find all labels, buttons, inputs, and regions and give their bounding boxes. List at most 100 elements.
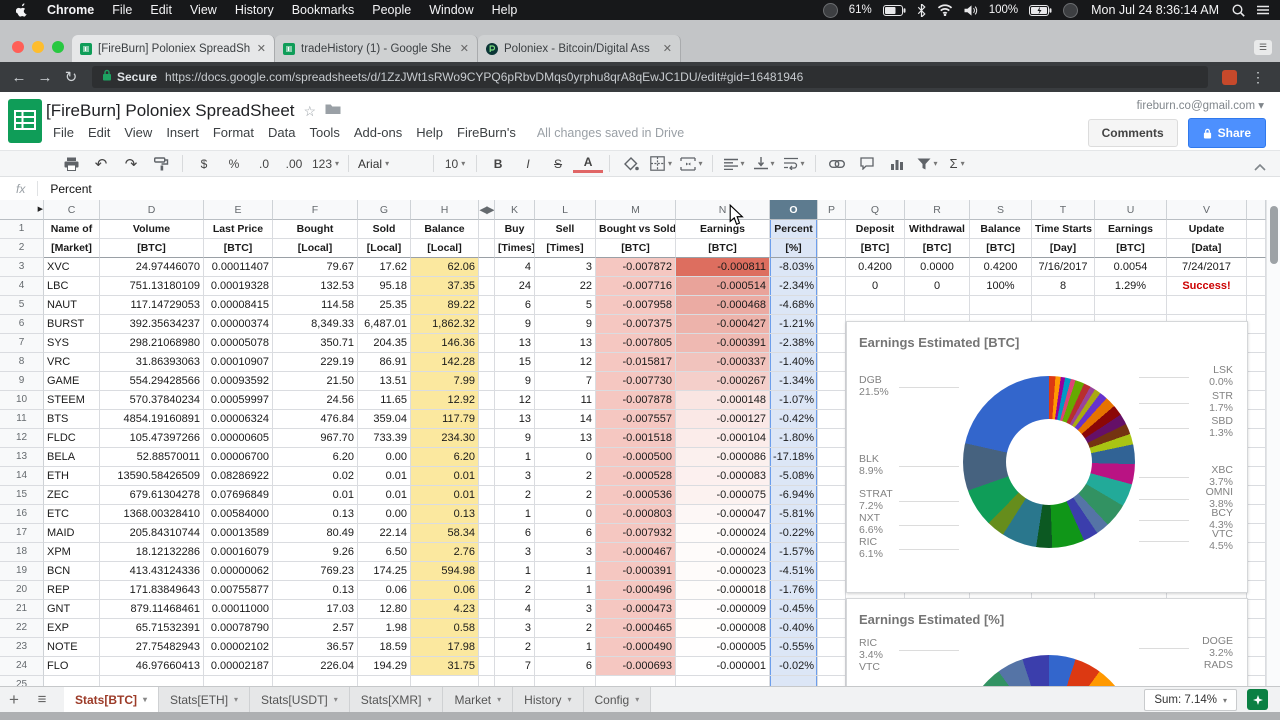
cell-O18[interactable]: -1.57% bbox=[770, 543, 818, 562]
cell-collapse6[interactable] bbox=[479, 315, 495, 334]
sheets-logo-icon[interactable] bbox=[8, 99, 42, 148]
tab-close-icon[interactable]: ✕ bbox=[663, 42, 672, 55]
cell-M22[interactable]: -0.000465 bbox=[596, 619, 676, 638]
cell-T1[interactable]: Time Starts bbox=[1032, 220, 1095, 239]
chevron-down-icon[interactable]: ▾ bbox=[334, 695, 338, 704]
cell-P10[interactable] bbox=[818, 391, 846, 410]
forward-button[interactable]: → bbox=[32, 69, 58, 86]
cell-D16[interactable]: 1368.00328410 bbox=[100, 505, 204, 524]
cell-N15[interactable]: -0.000075 bbox=[676, 486, 770, 505]
cell-N8[interactable]: -0.000337 bbox=[676, 353, 770, 372]
menu-file[interactable]: File bbox=[46, 125, 81, 140]
cell-O17[interactable]: -0.22% bbox=[770, 524, 818, 543]
cell-C6[interactable]: BURST bbox=[44, 315, 100, 334]
cell-P14[interactable] bbox=[818, 467, 846, 486]
cell-W8[interactable] bbox=[1247, 353, 1266, 372]
cell-P12[interactable] bbox=[818, 429, 846, 448]
cell-F14[interactable]: 0.02 bbox=[273, 467, 358, 486]
cell-D10[interactable]: 570.37840234 bbox=[100, 391, 204, 410]
cell-C24[interactable]: FLO bbox=[44, 657, 100, 676]
cell-L4[interactable]: 22 bbox=[535, 277, 596, 296]
cell-V2[interactable]: [Data] bbox=[1167, 239, 1247, 258]
row-header-9[interactable]: 9 bbox=[0, 372, 44, 391]
cell-D20[interactable]: 171.83849643 bbox=[100, 581, 204, 600]
share-button[interactable]: Share bbox=[1187, 118, 1266, 148]
tab-overview-icon[interactable]: ☰ bbox=[1254, 40, 1272, 55]
cell-collapse23[interactable] bbox=[479, 638, 495, 657]
cell-E22[interactable]: 0.00078790 bbox=[204, 619, 273, 638]
format-currency-button[interactable]: $ bbox=[189, 153, 219, 175]
column-header-E[interactable]: E bbox=[204, 200, 273, 220]
cell-O22[interactable]: -0.40% bbox=[770, 619, 818, 638]
cell-C5[interactable]: NAUT bbox=[44, 296, 100, 315]
cell-N3[interactable]: -0.000811 bbox=[676, 258, 770, 277]
cell-O19[interactable]: -4.51% bbox=[770, 562, 818, 581]
cell-E4[interactable]: 0.00019328 bbox=[204, 277, 273, 296]
cell-E7[interactable]: 0.00005078 bbox=[204, 334, 273, 353]
fill-color-button[interactable] bbox=[616, 153, 646, 175]
cell-P18[interactable] bbox=[818, 543, 846, 562]
cell-M18[interactable]: -0.000467 bbox=[596, 543, 676, 562]
cell-C21[interactable]: GNT bbox=[44, 600, 100, 619]
cell-P25[interactable] bbox=[818, 676, 846, 686]
column-header-T[interactable]: T bbox=[1032, 200, 1095, 220]
cell-M21[interactable]: -0.000473 bbox=[596, 600, 676, 619]
cell-E20[interactable]: 0.00755877 bbox=[204, 581, 273, 600]
cell-F23[interactable]: 36.57 bbox=[273, 638, 358, 657]
cell-E10[interactable]: 0.00059997 bbox=[204, 391, 273, 410]
move-folder-icon[interactable] bbox=[325, 102, 341, 120]
cell-M20[interactable]: -0.000496 bbox=[596, 581, 676, 600]
cell-O20[interactable]: -1.76% bbox=[770, 581, 818, 600]
cell-H6[interactable]: 1,862.32 bbox=[411, 315, 479, 334]
cell-M19[interactable]: -0.000391 bbox=[596, 562, 676, 581]
cell-Q5[interactable] bbox=[846, 296, 905, 315]
cell-O4[interactable]: -2.34% bbox=[770, 277, 818, 296]
cell-K20[interactable]: 2 bbox=[495, 581, 535, 600]
cell-H2[interactable]: [Local] bbox=[411, 239, 479, 258]
cell-W11[interactable] bbox=[1247, 410, 1266, 429]
row-header-11[interactable]: 11 bbox=[0, 410, 44, 429]
cell-P11[interactable] bbox=[818, 410, 846, 429]
cell-W6[interactable] bbox=[1247, 315, 1266, 334]
cell-G7[interactable]: 204.35 bbox=[358, 334, 411, 353]
column-header-P[interactable]: P bbox=[818, 200, 846, 220]
cell-M9[interactable]: -0.007730 bbox=[596, 372, 676, 391]
browser-menu-icon[interactable]: ⋮ bbox=[1251, 69, 1266, 86]
borders-button[interactable] bbox=[646, 153, 676, 175]
cell-N7[interactable]: -0.000391 bbox=[676, 334, 770, 353]
chevron-down-icon[interactable]: ▾ bbox=[427, 695, 431, 704]
cell-F19[interactable]: 769.23 bbox=[273, 562, 358, 581]
row-header-19[interactable]: 19 bbox=[0, 562, 44, 581]
cell-G6[interactable]: 6,487.01 bbox=[358, 315, 411, 334]
cell-P15[interactable] bbox=[818, 486, 846, 505]
cell-collapse1[interactable] bbox=[479, 220, 495, 239]
menubar-item-history[interactable]: History bbox=[226, 3, 283, 17]
cell-C18[interactable]: XPM bbox=[44, 543, 100, 562]
menu-addons[interactable]: Add-ons bbox=[347, 125, 409, 140]
cell-P20[interactable] bbox=[818, 581, 846, 600]
cell-E13[interactable]: 0.00006700 bbox=[204, 448, 273, 467]
font-select[interactable]: Arial bbox=[355, 153, 427, 175]
sheet-tab-market[interactable]: Market ▾ bbox=[443, 686, 514, 713]
chevron-down-icon[interactable]: ▾ bbox=[635, 695, 639, 704]
cell-K4[interactable]: 24 bbox=[495, 277, 535, 296]
format-percent-button[interactable]: % bbox=[219, 153, 249, 175]
cell-P9[interactable] bbox=[818, 372, 846, 391]
cell-K25[interactable] bbox=[495, 676, 535, 686]
cell-L2[interactable]: [Times] bbox=[535, 239, 596, 258]
cell-N22[interactable]: -0.000008 bbox=[676, 619, 770, 638]
browser-tab-3[interactable]: Poloniex - Bitcoin/Digital Ass ✕ bbox=[478, 35, 681, 62]
increase-decimal-button[interactable]: .00 bbox=[279, 153, 309, 175]
cell-H10[interactable]: 12.92 bbox=[411, 391, 479, 410]
cell-G22[interactable]: 1.98 bbox=[358, 619, 411, 638]
cell-W9[interactable] bbox=[1247, 372, 1266, 391]
cell-L18[interactable]: 3 bbox=[535, 543, 596, 562]
cell-D2[interactable]: [BTC] bbox=[100, 239, 204, 258]
row-header-5[interactable]: 5 bbox=[0, 296, 44, 315]
menubar-item-help[interactable]: Help bbox=[483, 3, 527, 17]
cell-C23[interactable]: NOTE bbox=[44, 638, 100, 657]
row-header-18[interactable]: 18 bbox=[0, 543, 44, 562]
column-header-K[interactable]: K bbox=[495, 200, 535, 220]
row-header-16[interactable]: 16 bbox=[0, 505, 44, 524]
cell-F9[interactable]: 21.50 bbox=[273, 372, 358, 391]
